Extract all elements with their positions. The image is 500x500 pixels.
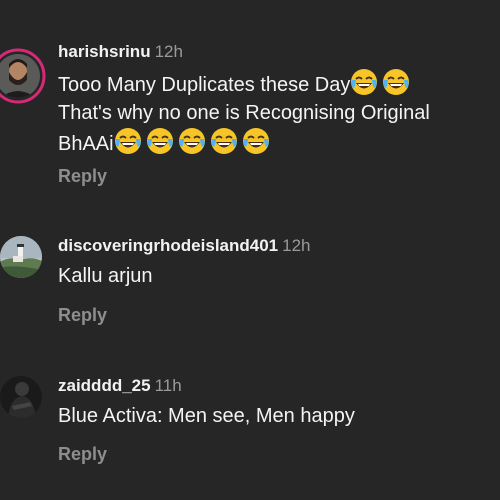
face-with-tears-of-joy-icon <box>382 68 410 96</box>
comment-text: Kallu arjun <box>58 265 153 287</box>
face-with-tears-of-joy-icon <box>114 127 142 155</box>
username[interactable]: harishsrinu <box>58 42 151 61</box>
comment-text-line: Tooo Many Duplicates these Day <box>58 74 351 96</box>
comment-text-line: That's why no one is Recognising Origina… <box>58 102 430 124</box>
comment-header: discoveringrhodeisland401 12h <box>58 236 311 256</box>
profile-photo-icon <box>0 236 42 278</box>
comment-text: Blue Activa: Men see, Men happy <box>58 405 355 427</box>
username[interactable]: zaidddd_25 <box>58 376 151 395</box>
avatar[interactable] <box>0 42 48 106</box>
timestamp: 12h <box>282 236 311 255</box>
comments-feed: harishsrinu 12h Tooo Many Duplicates thes… <box>0 0 500 500</box>
comment-text: Tooo Many Duplicates these Day That's wh… <box>58 68 498 158</box>
reply-button[interactable]: Reply <box>58 305 107 325</box>
face-with-tears-of-joy-icon <box>210 127 238 155</box>
comment-item: zaidddd_25 11h Blue Activa: Men see, Men … <box>0 340 500 500</box>
reply-button[interactable]: Reply <box>58 444 107 464</box>
reply-button[interactable]: Reply <box>58 166 107 186</box>
face-with-tears-of-joy-icon <box>178 127 206 155</box>
timestamp: 11h <box>154 376 182 395</box>
comment-header: harishsrinu 12h <box>58 42 183 62</box>
timestamp: 12h <box>154 42 183 61</box>
profile-photo-icon <box>0 48 46 104</box>
comment-item: harishsrinu 12h Tooo Many Duplicates thes… <box>0 0 500 200</box>
username[interactable]: discoveringrhodeisland401 <box>58 236 278 255</box>
comment-text-line: BhAAi <box>58 133 114 155</box>
avatar[interactable] <box>0 236 42 278</box>
face-with-tears-of-joy-icon <box>146 127 174 155</box>
face-with-tears-of-joy-icon <box>242 127 270 155</box>
comment-item: discoveringrhodeisland401 12h Kallu arjun… <box>0 200 500 340</box>
avatar[interactable] <box>0 376 42 418</box>
face-with-tears-of-joy-icon <box>350 68 378 96</box>
comment-header: zaidddd_25 11h <box>58 376 182 396</box>
profile-photo-icon <box>0 376 42 418</box>
